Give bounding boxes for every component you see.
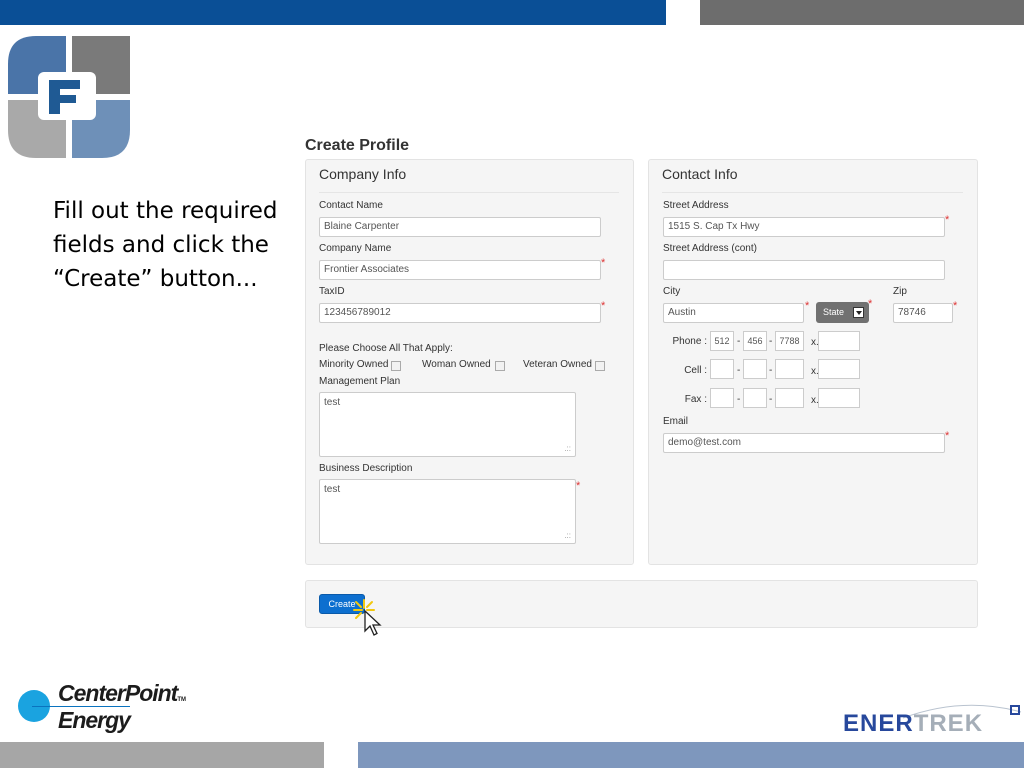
required-marker: * bbox=[601, 300, 606, 312]
page-title: Create Profile bbox=[305, 137, 410, 154]
phone-dash: - bbox=[737, 336, 741, 347]
business-description-textarea[interactable]: test .:: bbox=[319, 479, 576, 544]
woman-owned-label: Woman Owned bbox=[422, 359, 491, 370]
phone-line-input[interactable]: 7788 bbox=[775, 331, 804, 351]
street-address-label: Street Address bbox=[663, 200, 729, 211]
email-label: Email bbox=[663, 416, 689, 427]
minority-owned-checkbox[interactable] bbox=[391, 361, 401, 371]
top-blue-bar bbox=[0, 0, 666, 25]
required-marker: * bbox=[953, 300, 958, 312]
required-marker: * bbox=[945, 430, 950, 442]
centerpoint-energy-logo: CenterPointTM Energy bbox=[18, 680, 188, 742]
choose-label: Please Choose All That Apply: bbox=[319, 343, 453, 354]
zip-label: Zip bbox=[893, 286, 907, 297]
fax-ext-input[interactable] bbox=[818, 388, 860, 408]
cell-dash: - bbox=[737, 365, 741, 376]
phone-ext-input[interactable] bbox=[818, 331, 860, 351]
city-input[interactable]: Austin bbox=[663, 303, 804, 323]
frontier-logo bbox=[8, 36, 130, 158]
city-label: City bbox=[663, 286, 681, 297]
fax-dash: - bbox=[737, 394, 741, 405]
phone-dash: - bbox=[769, 336, 773, 347]
management-plan-label: Management Plan bbox=[319, 376, 401, 387]
centerpoint-wordmark: CenterPointTM bbox=[58, 680, 187, 706]
resize-grip-icon[interactable]: .:: bbox=[564, 445, 571, 453]
street-address-cont-label: Street Address (cont) bbox=[663, 243, 757, 254]
contact-name-input[interactable]: Blaine Carpenter bbox=[319, 217, 601, 237]
cell-area-input[interactable] bbox=[710, 359, 734, 379]
veteran-owned-checkbox[interactable] bbox=[595, 361, 605, 371]
veteran-owned-label: Veteran Owned bbox=[523, 359, 592, 370]
required-marker: * bbox=[576, 480, 581, 492]
street-address-cont-input[interactable] bbox=[663, 260, 945, 280]
contact-name-label: Contact Name bbox=[319, 200, 383, 211]
energy-wordmark: Energy bbox=[58, 707, 131, 733]
cell-prefix-input[interactable] bbox=[743, 359, 767, 379]
management-plan-text: test bbox=[324, 397, 341, 408]
enertrek-wordmark: ENERTREK bbox=[843, 710, 984, 737]
management-plan-textarea[interactable]: test .:: bbox=[319, 392, 576, 457]
business-description-label: Business Description bbox=[319, 463, 413, 474]
click-cursor-icon bbox=[353, 599, 382, 636]
phone-prefix-input[interactable]: 456 bbox=[743, 331, 767, 351]
business-description-text: test bbox=[324, 484, 341, 495]
cell-ext-input[interactable] bbox=[818, 359, 860, 379]
required-marker: * bbox=[945, 214, 950, 226]
top-gray-bar bbox=[700, 0, 1024, 25]
phone-area-input[interactable]: 512 bbox=[710, 331, 734, 351]
chevron-down-icon bbox=[853, 307, 864, 318]
state-dropdown[interactable]: State bbox=[816, 302, 869, 323]
cell-line-input[interactable] bbox=[775, 359, 804, 379]
bottom-blue-bar bbox=[358, 742, 1024, 768]
cell-label: Cell : bbox=[684, 365, 707, 376]
company-name-label: Company Name bbox=[319, 243, 392, 254]
email-input[interactable]: demo@test.com bbox=[663, 433, 945, 453]
woman-owned-checkbox[interactable] bbox=[495, 361, 505, 371]
state-dropdown-label: State bbox=[823, 307, 845, 317]
required-marker: * bbox=[805, 300, 810, 312]
instruction-text: Fill out the required fields and click t… bbox=[53, 198, 278, 292]
company-name-input[interactable]: Frontier Associates bbox=[319, 260, 601, 280]
form-actions-panel bbox=[305, 580, 978, 628]
company-info-heading: Company Info bbox=[319, 166, 619, 193]
street-address-input[interactable]: 1515 S. Cap Tx Hwy bbox=[663, 217, 945, 237]
fax-dash: - bbox=[769, 394, 773, 405]
required-marker: * bbox=[601, 257, 606, 269]
taxid-label: TaxID bbox=[319, 286, 345, 297]
fax-area-input[interactable] bbox=[710, 388, 734, 408]
required-marker: * bbox=[868, 298, 873, 310]
resize-grip-icon[interactable]: .:: bbox=[564, 532, 571, 540]
phone-label: Phone : bbox=[672, 336, 707, 347]
minority-owned-label: Minority Owned bbox=[319, 359, 389, 370]
fax-line-input[interactable] bbox=[775, 388, 804, 408]
cell-dash: - bbox=[769, 365, 773, 376]
zip-input[interactable]: 78746 bbox=[893, 303, 953, 323]
fax-label: Fax : bbox=[684, 394, 707, 405]
contact-info-heading: Contact Info bbox=[662, 166, 963, 193]
enertrek-logo: ENERTREK bbox=[843, 700, 1023, 742]
taxid-input[interactable]: 123456789012 bbox=[319, 303, 601, 323]
fax-prefix-input[interactable] bbox=[743, 388, 767, 408]
bottom-gray-bar bbox=[0, 742, 324, 768]
